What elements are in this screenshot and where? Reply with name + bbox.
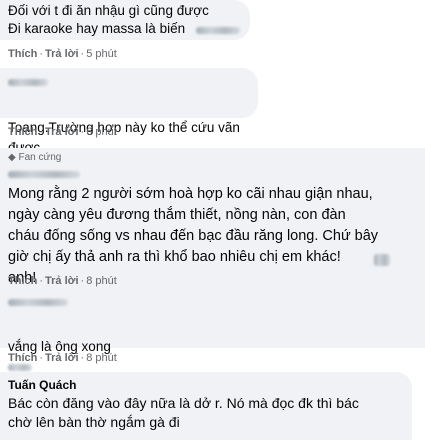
like-button[interactable]: Thích bbox=[8, 126, 37, 138]
comment-text: Mong rằng 2 người sớm hoà hợp ko cãi nha… bbox=[8, 186, 379, 286]
comment-time: 6 phút bbox=[86, 126, 117, 138]
comment-actions: Thích · Trả lời · 5 phút bbox=[8, 48, 117, 60]
comment-bubble: Tuấn Quách Bác còn đăng vào đây nữa là d… bbox=[0, 372, 412, 440]
redacted-name bbox=[8, 299, 68, 307]
comment-time: 8 phút bbox=[86, 352, 117, 364]
comment-actions: Thích · Trả lời · 8 phút bbox=[8, 352, 117, 364]
comment-text: Bác còn đăng vào đây nữa là dở r. Nó mà … bbox=[8, 395, 359, 430]
diamond-icon: ◆ bbox=[8, 152, 16, 163]
like-button[interactable]: Thích bbox=[8, 275, 37, 287]
like-button[interactable]: Thích bbox=[8, 48, 37, 60]
comment-bubble: Đối với t đi ăn nhậu gì cũng được Đi kar… bbox=[0, 0, 250, 40]
comment-bubble: vắng là ông xong bbox=[0, 290, 194, 371]
comment-time: 8 phút bbox=[86, 275, 117, 287]
fan-badge: ◆ Fan cứng bbox=[8, 152, 62, 163]
commenter-name[interactable]: Tuấn Quách bbox=[8, 378, 412, 392]
comment-actions: Thích · Trả lời · 6 phút bbox=[8, 126, 117, 138]
comment-actions: Thích · Trả lời · 8 phút bbox=[8, 275, 117, 287]
redacted-text bbox=[8, 363, 32, 371]
redacted-name bbox=[8, 170, 80, 178]
reply-button[interactable]: Trả lời bbox=[45, 352, 79, 364]
comment-text: vắng là ông xong bbox=[8, 317, 194, 377]
reply-button[interactable]: Trả lời bbox=[45, 275, 79, 287]
redacted-name bbox=[196, 27, 240, 34]
reply-button[interactable]: Trả lời bbox=[45, 48, 79, 60]
like-button[interactable]: Thích bbox=[8, 352, 37, 364]
redacted-text bbox=[374, 254, 390, 266]
reply-button[interactable]: Trả lời bbox=[45, 126, 79, 138]
redacted-name bbox=[8, 79, 48, 87]
comment-time: 5 phút bbox=[86, 48, 117, 60]
comment-bubble: Toang.Trường hợp này ko thể cứu vãn được bbox=[0, 68, 258, 174]
